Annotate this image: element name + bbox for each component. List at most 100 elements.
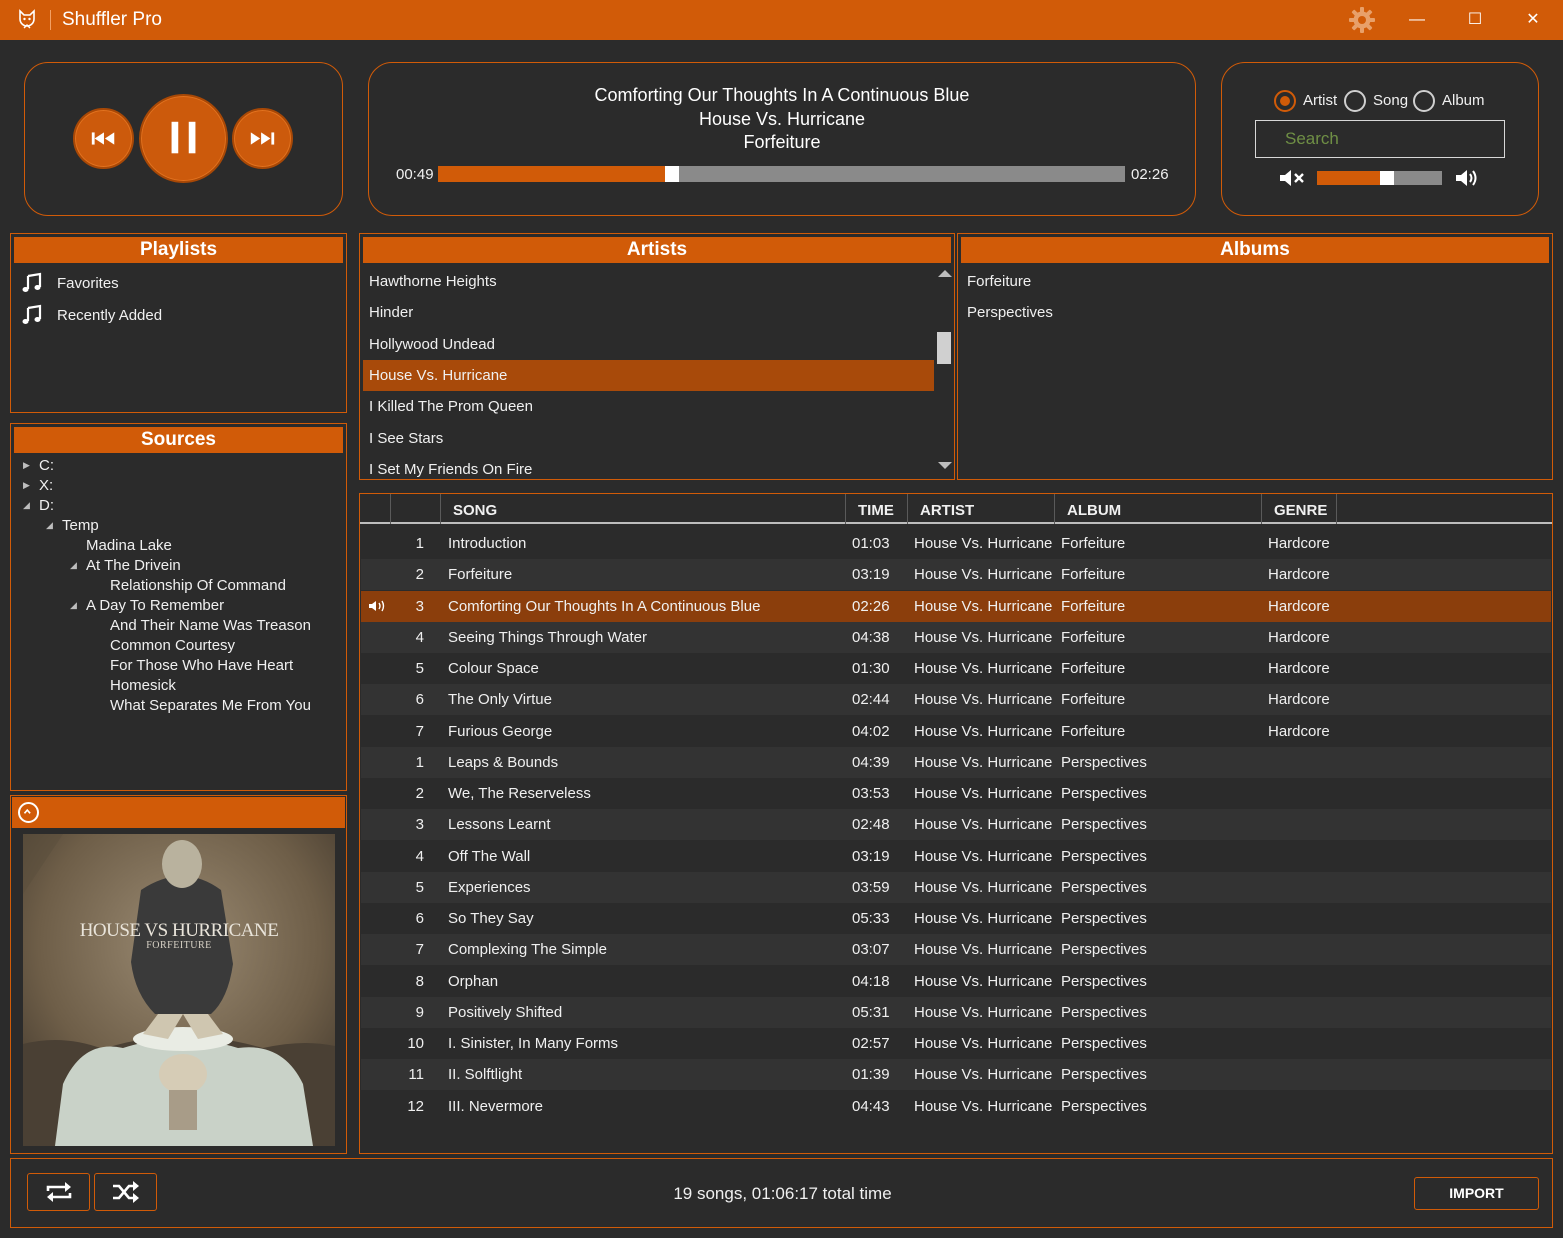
- artist-list-item[interactable]: I Set My Friends On Fire: [363, 454, 934, 478]
- artist-list-item[interactable]: I Killed The Prom Queen: [363, 391, 934, 422]
- tree-node[interactable]: At The Drivein: [86, 557, 181, 574]
- column-header-genre[interactable]: GENRE: [1262, 494, 1337, 524]
- artist-list-item[interactable]: Hollywood Undead: [363, 329, 934, 360]
- tree-collapse-icon[interactable]: ◢: [46, 520, 53, 531]
- table-row[interactable]: 10 I. Sinister, In Many Forms 02:57 House V…: [361, 1028, 1551, 1059]
- table-row[interactable]: 3 Lessons Learnt 02:48 House Vs. Hurricane P…: [361, 809, 1551, 841]
- cell-album: Forfeiture: [1061, 691, 1126, 709]
- table-row[interactable]: 6 So They Say 05:33 House Vs. Hurricane Pers…: [361, 903, 1551, 934]
- gear-icon[interactable]: [1348, 6, 1376, 34]
- tree-node[interactable]: And Their Name Was Treason: [110, 617, 311, 634]
- column-header-album[interactable]: ALBUM: [1055, 494, 1262, 524]
- table-row[interactable]: 1 Leaps & Bounds 04:39 House Vs. Hurricane P…: [361, 746, 1551, 778]
- table-row[interactable]: 11 II. Solftlight 01:39 House Vs. Hurricane…: [361, 1059, 1551, 1091]
- cell-song: Comforting Our Thoughts In A Continuous …: [448, 597, 761, 615]
- seek-bar[interactable]: [438, 166, 1125, 182]
- cell-num: 2: [415, 785, 424, 802]
- album-art-band-text: HOUSE VS HURRICANE: [79, 920, 279, 941]
- table-row[interactable]: 2 We, The Reserveless 03:53 House Vs. Hurri…: [361, 778, 1551, 809]
- songs-table: SONG TIME ARTIST ALBUM GENRE 1 Introducti…: [359, 493, 1553, 1154]
- tree-node[interactable]: For Those Who Have Heart: [110, 657, 293, 674]
- artist-list-item[interactable]: Hinder: [363, 297, 934, 328]
- tree-expand-icon[interactable]: ▶: [23, 480, 30, 491]
- seek-bar-thumb[interactable]: [664, 166, 679, 182]
- tree-collapse-icon[interactable]: ◢: [70, 560, 77, 571]
- tree-node[interactable]: D:: [39, 497, 54, 514]
- column-header-song[interactable]: SONG: [441, 494, 846, 524]
- column-header-number[interactable]: [391, 494, 441, 524]
- table-row[interactable]: 4 Seeing Things Through Water 04:38 House V…: [361, 621, 1551, 653]
- artist-list-item[interactable]: House Vs. Hurricane: [363, 359, 934, 391]
- table-row[interactable]: 7 Complexing The Simple 03:07 House Vs. Hur…: [361, 934, 1551, 966]
- table-row[interactable]: 2 Forfeiture 03:19 House Vs. Hurricane Forfe…: [361, 559, 1551, 591]
- playlist-item-favorites[interactable]: Favorites: [11, 272, 331, 298]
- tree-node[interactable]: Madina Lake: [86, 537, 172, 554]
- volume-up-icon[interactable]: [1454, 167, 1482, 189]
- tree-node[interactable]: Relationship Of Command: [110, 577, 286, 594]
- artist-list-item[interactable]: I See Stars: [363, 423, 934, 454]
- artist-list-item[interactable]: Hawthorne Heights: [363, 266, 934, 297]
- tree-node[interactable]: Common Courtesy: [110, 637, 235, 654]
- maximize-button[interactable]: ☐: [1451, 5, 1499, 35]
- cell-time: 05:33: [852, 910, 890, 927]
- pause-button[interactable]: [139, 94, 228, 183]
- playlist-item-recently-added[interactable]: Recently Added: [11, 304, 331, 330]
- import-button[interactable]: IMPORT: [1414, 1177, 1539, 1210]
- cell-genre: Hardcore: [1268, 628, 1330, 646]
- table-row[interactable]: 6 The Only Virtue 02:44 House Vs. Hurricane…: [361, 684, 1551, 716]
- table-row[interactable]: 5 Experiences 03:59 House Vs. Hurricane Pers…: [361, 871, 1551, 903]
- cell-time: 04:02: [852, 722, 890, 740]
- artists-scrollbar[interactable]: [936, 264, 952, 476]
- table-row[interactable]: 12 III. Nevermore 04:43 House Vs. Hurricane…: [361, 1090, 1551, 1122]
- volume-slider[interactable]: [1317, 171, 1442, 185]
- cell-album: Perspectives: [1061, 753, 1147, 771]
- album-list-item[interactable]: Perspectives: [961, 297, 1547, 328]
- tree-expand-icon[interactable]: ▶: [23, 460, 30, 471]
- table-row[interactable]: 9 Positively Shifted 05:31 House Vs. Hurric…: [361, 996, 1551, 1028]
- table-row[interactable]: 1 Introduction 01:03 House Vs. Hurricane For…: [361, 528, 1551, 559]
- cell-num: 10: [407, 1035, 424, 1052]
- table-row[interactable]: 5 Colour Space 01:30 House Vs. Hurricane For…: [361, 653, 1551, 684]
- skip-next-icon: [250, 132, 275, 145]
- scroll-up-icon[interactable]: [938, 270, 952, 277]
- tree-collapse-icon[interactable]: ◢: [23, 500, 30, 511]
- album-list-item[interactable]: Forfeiture: [961, 266, 1547, 297]
- cell-time: 02:44: [852, 691, 890, 709]
- tree-node[interactable]: Homesick: [110, 677, 176, 694]
- column-header-time[interactable]: TIME: [846, 494, 908, 524]
- cell-time: 04:43: [852, 1097, 890, 1115]
- table-row[interactable]: 4 Off The Wall 03:19 House Vs. Hurricane Per…: [361, 840, 1551, 872]
- cell-num: 6: [415, 691, 424, 709]
- table-row[interactable]: 8 Orphan 04:18 House Vs. Hurricane Perspecti…: [361, 965, 1551, 997]
- cell-num: 8: [415, 972, 424, 990]
- column-header-artist[interactable]: ARTIST: [908, 494, 1055, 524]
- scroll-down-icon[interactable]: [938, 462, 952, 469]
- cell-num: 9: [415, 1003, 424, 1021]
- artists-header: Artists: [363, 237, 951, 263]
- app-logo-icon: [19, 9, 35, 29]
- cell-artist: House Vs. Hurricane: [914, 910, 1053, 927]
- chevron-up-icon[interactable]: [18, 802, 39, 823]
- cell-album: Perspectives: [1061, 847, 1147, 865]
- search-input[interactable]: [1255, 120, 1505, 158]
- cell-song: Introduction: [448, 535, 527, 552]
- tree-node[interactable]: What Separates Me From You: [110, 697, 311, 714]
- artists-panel: Artists Hawthorne Heights Hinder Hollywood…: [359, 233, 955, 480]
- mute-icon[interactable]: [1278, 167, 1306, 189]
- cell-time: 03:19: [852, 847, 890, 865]
- previous-button[interactable]: [73, 108, 134, 169]
- now-playing-speaker-icon: [369, 600, 385, 611]
- close-button[interactable]: ✕: [1509, 5, 1557, 35]
- volume-slider-thumb[interactable]: [1380, 171, 1394, 185]
- tree-node[interactable]: A Day To Remember: [86, 597, 224, 614]
- tree-node[interactable]: C:: [39, 457, 54, 474]
- tree-node[interactable]: X:: [39, 477, 53, 494]
- cell-song: I. Sinister, In Many Forms: [448, 1035, 619, 1052]
- tree-collapse-icon[interactable]: ◢: [70, 600, 77, 611]
- next-button[interactable]: [232, 108, 293, 169]
- table-row[interactable]: 7 Furious George 04:02 House Vs. Hurricane F…: [361, 715, 1551, 747]
- minimize-button[interactable]: —: [1393, 5, 1441, 35]
- table-row[interactable]: 3 Comforting Our Thoughts In A Continuous…: [361, 590, 1551, 622]
- tree-node[interactable]: Temp: [62, 517, 99, 534]
- scrollbar-thumb[interactable]: [937, 332, 951, 364]
